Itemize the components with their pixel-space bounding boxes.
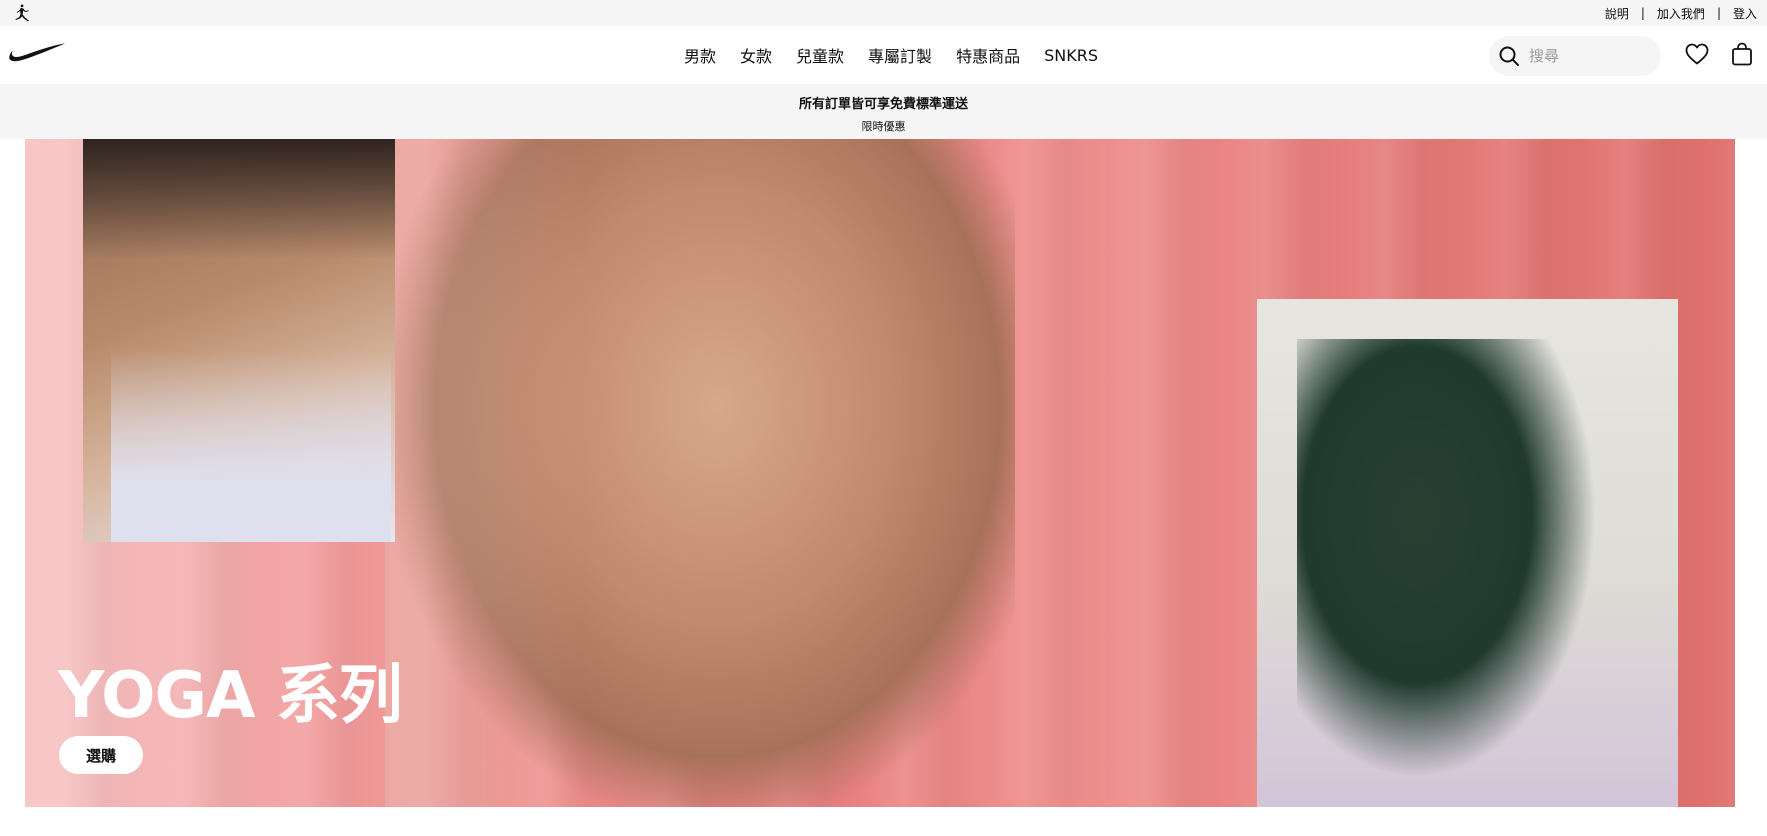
nike-swoosh-icon[interactable] [8, 42, 66, 64]
search-box[interactable] [1489, 36, 1661, 76]
hero-photo-right [1257, 299, 1678, 807]
search-icon[interactable] [1489, 36, 1529, 76]
hero-photo-right-figure [1297, 339, 1597, 779]
nav-kids[interactable]: 兒童款 [784, 43, 856, 67]
heart-icon [1685, 43, 1709, 65]
shop-button[interactable]: 選購 [59, 736, 143, 774]
hero-banner[interactable]: YOGA 系列 選購 [25, 139, 1735, 807]
jordan-jumpman-icon[interactable] [10, 3, 32, 23]
search-input[interactable] [1529, 47, 1649, 65]
nav-sale[interactable]: 特惠商品 [944, 43, 1032, 67]
nav-snkrs[interactable]: SNKRS [1032, 46, 1110, 65]
hero-photo-left-top [111, 349, 391, 542]
promo-subtitle: 限時優惠 [861, 120, 906, 133]
bag-icon [1732, 42, 1752, 66]
nav-women[interactable]: 女款 [728, 43, 784, 67]
hero-photo-left [83, 139, 395, 542]
sign-in-link[interactable]: 登入 [1721, 5, 1759, 22]
nav-custom[interactable]: 專屬訂製 [856, 43, 944, 67]
primary-menu: 男款 女款 兒童款 專屬訂製 特惠商品 SNKRS [672, 26, 1110, 84]
favorites-button[interactable] [1683, 40, 1711, 68]
promo-banner[interactable]: 所有訂單皆可享免費標準運送 限時優惠 [0, 84, 1767, 139]
hero-photo-left-hair [83, 139, 395, 259]
main-nav: 男款 女款 兒童款 專屬訂製 特惠商品 SNKRS [0, 26, 1767, 84]
join-us-link[interactable]: 加入我們 [1645, 5, 1717, 22]
nav-men[interactable]: 男款 [672, 43, 728, 67]
bag-button[interactable] [1728, 40, 1756, 68]
utility-bar: 說明 | 加入我們 | 登入 [0, 0, 1767, 26]
promo-title: 所有訂單皆可享免費標準運送 [798, 97, 968, 112]
hero-portrait-highlight [385, 139, 585, 807]
hero-title: YOGA 系列 [58, 659, 403, 733]
help-link[interactable]: 說明 [1593, 5, 1641, 22]
utility-links: 說明 | 加入我們 | 登入 [1593, 5, 1759, 22]
